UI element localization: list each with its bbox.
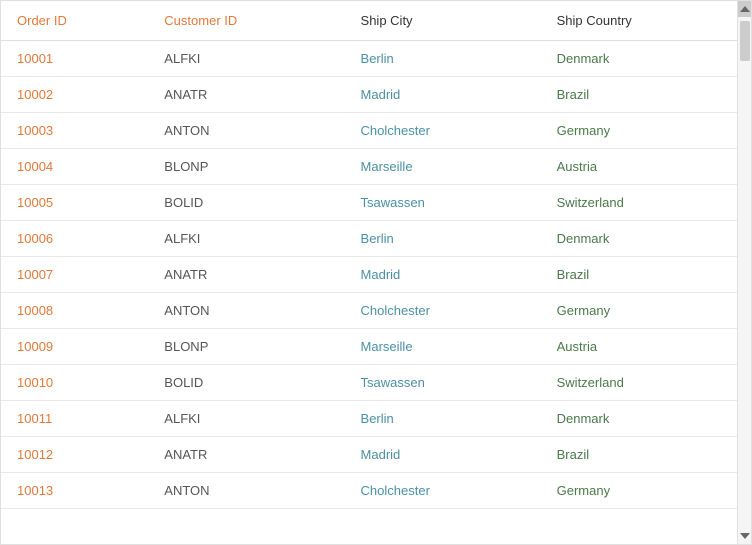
- table-row: 10011ALFKIBerlinDenmark: [1, 401, 737, 437]
- cell-order-id: 10012: [1, 437, 148, 473]
- cell-customer-id: BLONP: [148, 149, 344, 185]
- cell-ship-country: Germany: [541, 113, 737, 149]
- table-row: 10010BOLIDTsawassenSwitzerland: [1, 365, 737, 401]
- cell-ship-country: Switzerland: [541, 365, 737, 401]
- cell-order-id: 10004: [1, 149, 148, 185]
- data-grid: Order ID Customer ID Ship City Ship Coun…: [0, 0, 752, 545]
- cell-ship-country: Brazil: [541, 257, 737, 293]
- cell-order-id: 10013: [1, 473, 148, 509]
- cell-customer-id: BOLID: [148, 185, 344, 221]
- table-row: 10007ANATRMadridBrazil: [1, 257, 737, 293]
- cell-order-id: 10006: [1, 221, 148, 257]
- scrollbar-up-button[interactable]: [738, 1, 752, 17]
- cell-customer-id: ANATR: [148, 257, 344, 293]
- cell-ship-country: Denmark: [541, 41, 737, 77]
- table-row: 10004BLONPMarseilleAustria: [1, 149, 737, 185]
- col-header-customer-id[interactable]: Customer ID: [148, 1, 344, 41]
- cell-ship-country: Brazil: [541, 77, 737, 113]
- scrollbar-thumb[interactable]: [740, 21, 750, 61]
- col-header-ship-country[interactable]: Ship Country: [541, 1, 737, 41]
- cell-ship-country: Denmark: [541, 401, 737, 437]
- scrollbar-down-button[interactable]: [738, 528, 752, 544]
- scrollbar-track[interactable]: [737, 1, 751, 544]
- cell-order-id: 10011: [1, 401, 148, 437]
- cell-order-id: 10010: [1, 365, 148, 401]
- cell-ship-city: Marseille: [345, 149, 541, 185]
- cell-ship-country: Austria: [541, 329, 737, 365]
- cell-order-id: 10003: [1, 113, 148, 149]
- cell-ship-country: Germany: [541, 293, 737, 329]
- table-row: 10001ALFKIBerlinDenmark: [1, 41, 737, 77]
- header-row: Order ID Customer ID Ship City Ship Coun…: [1, 1, 737, 41]
- cell-customer-id: ANATR: [148, 437, 344, 473]
- cell-order-id: 10005: [1, 185, 148, 221]
- cell-customer-id: ANTON: [148, 113, 344, 149]
- cell-ship-country: Brazil: [541, 437, 737, 473]
- cell-customer-id: ANTON: [148, 473, 344, 509]
- cell-order-id: 10007: [1, 257, 148, 293]
- cell-customer-id: ANTON: [148, 293, 344, 329]
- table-row: 10005BOLIDTsawassenSwitzerland: [1, 185, 737, 221]
- table-row: 10006ALFKIBerlinDenmark: [1, 221, 737, 257]
- table-row: 10008ANTONCholchesterGermany: [1, 293, 737, 329]
- cell-ship-country: Switzerland: [541, 185, 737, 221]
- data-table: Order ID Customer ID Ship City Ship Coun…: [1, 1, 737, 509]
- cell-customer-id: ALFKI: [148, 41, 344, 77]
- cell-ship-city: Cholchester: [345, 113, 541, 149]
- cell-ship-city: Berlin: [345, 221, 541, 257]
- cell-ship-city: Tsawassen: [345, 185, 541, 221]
- cell-order-id: 10001: [1, 41, 148, 77]
- cell-ship-city: Madrid: [345, 437, 541, 473]
- col-header-order-id[interactable]: Order ID: [1, 1, 148, 41]
- cell-ship-city: Berlin: [345, 401, 541, 437]
- cell-order-id: 10008: [1, 293, 148, 329]
- table-row: 10009BLONPMarseilleAustria: [1, 329, 737, 365]
- cell-ship-city: Marseille: [345, 329, 541, 365]
- cell-customer-id: BOLID: [148, 365, 344, 401]
- cell-ship-city: Madrid: [345, 257, 541, 293]
- cell-order-id: 10009: [1, 329, 148, 365]
- cell-ship-city: Tsawassen: [345, 365, 541, 401]
- cell-ship-country: Germany: [541, 473, 737, 509]
- grid-content: Order ID Customer ID Ship City Ship Coun…: [1, 1, 737, 544]
- table-row: 10012ANATRMadridBrazil: [1, 437, 737, 473]
- cell-customer-id: ANATR: [148, 77, 344, 113]
- col-header-ship-city[interactable]: Ship City: [345, 1, 541, 41]
- table-row: 10002ANATRMadridBrazil: [1, 77, 737, 113]
- cell-ship-city: Madrid: [345, 77, 541, 113]
- cell-ship-country: Denmark: [541, 221, 737, 257]
- cell-customer-id: BLONP: [148, 329, 344, 365]
- cell-ship-city: Cholchester: [345, 293, 541, 329]
- cell-customer-id: ALFKI: [148, 221, 344, 257]
- table-row: 10003ANTONCholchesterGermany: [1, 113, 737, 149]
- cell-customer-id: ALFKI: [148, 401, 344, 437]
- table-row: 10013ANTONCholchesterGermany: [1, 473, 737, 509]
- cell-ship-country: Austria: [541, 149, 737, 185]
- cell-ship-city: Berlin: [345, 41, 541, 77]
- cell-order-id: 10002: [1, 77, 148, 113]
- cell-ship-city: Cholchester: [345, 473, 541, 509]
